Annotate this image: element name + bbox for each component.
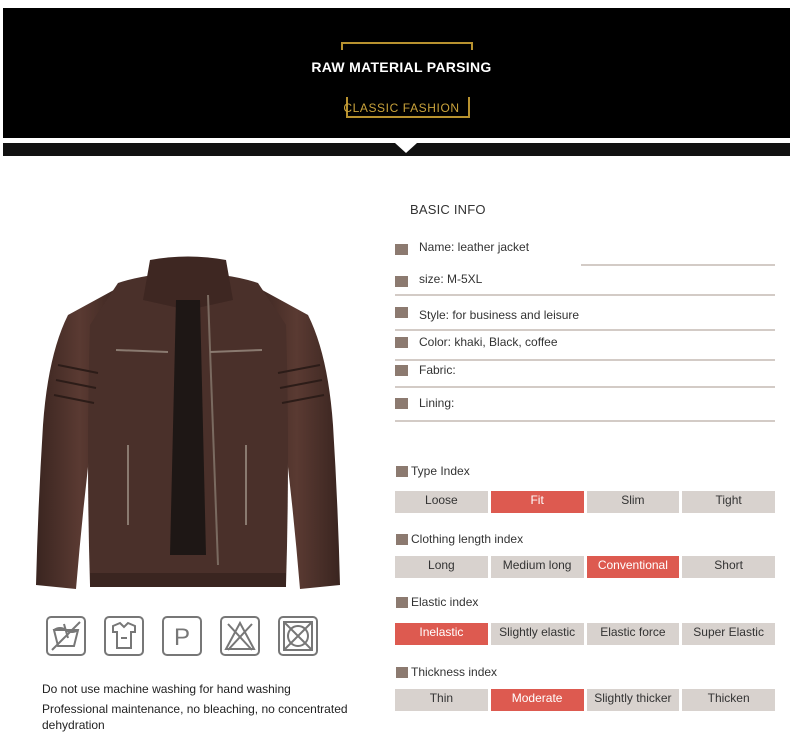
dry-clean-p-icon: P <box>162 616 202 656</box>
thickness-index-title: Thickness index <box>396 665 497 679</box>
bullet-icon <box>395 365 408 376</box>
care-icons: P <box>46 616 318 656</box>
bullet-icon <box>396 465 408 477</box>
bullet-icon <box>395 307 408 318</box>
info-row-name: Name: leather jacket <box>395 240 775 266</box>
banner-arrow-icon <box>395 143 417 153</box>
length-option-short: Short <box>682 556 775 578</box>
length-index-bar: Long Medium long Conventional Short <box>395 556 775 578</box>
bullet-icon <box>396 596 408 608</box>
length-option-conventional: Conventional <box>586 556 680 578</box>
thickness-option-moderate: Moderate <box>490 689 584 711</box>
care-instruction-2: Professional maintenance, no bleaching, … <box>42 702 348 732</box>
bullet-icon <box>396 666 408 678</box>
length-option-medium-long: Medium long <box>490 556 584 578</box>
bullet-icon <box>395 276 408 287</box>
thickness-option-thin: Thin <box>395 689 488 711</box>
banner-frame-top <box>341 42 473 50</box>
header-banner: RAW MATERIAL PARSING CLASSIC FASHION <box>3 8 790 138</box>
type-index-title: Type Index <box>396 464 470 478</box>
elastic-option-inelastic: Inelastic <box>395 623 488 645</box>
length-option-long: Long <box>395 556 488 578</box>
elastic-option-elastic-force: Elastic force <box>586 623 680 645</box>
info-row-style: Style: for business and leisure <box>395 305 775 331</box>
thickness-option-thicken: Thicken <box>682 689 775 711</box>
product-image <box>28 255 348 595</box>
elastic-option-slightly-elastic: Slightly elastic <box>490 623 584 645</box>
elastic-option-super-elastic: Super Elastic <box>682 623 775 645</box>
info-row-size: size: M-5XL <box>395 272 775 296</box>
type-option-tight: Tight <box>682 491 775 513</box>
bullet-icon <box>396 533 408 545</box>
no-bleach-icon <box>220 616 260 656</box>
svg-text:P: P <box>174 624 190 651</box>
type-option-loose: Loose <box>395 491 488 513</box>
type-option-slim: Slim <box>586 491 680 513</box>
bullet-icon <box>395 337 408 348</box>
thickness-index-bar: Thin Moderate Slightly thicker Thicken <box>395 689 775 711</box>
bullet-icon <box>395 244 408 255</box>
care-instruction-1: Do not use machine washing for hand wash… <box>42 682 291 696</box>
bullet-icon <box>395 398 408 409</box>
length-index-title: Clothing length index <box>396 532 523 546</box>
professional-clean-icon <box>104 616 144 656</box>
hand-wash-icon <box>46 616 86 656</box>
elastic-index-title: Elastic index <box>396 595 478 609</box>
info-row-fabric: Fabric: <box>395 363 775 388</box>
basic-info-title: BASIC INFO <box>410 202 486 217</box>
type-option-fit: Fit <box>490 491 584 513</box>
info-row-lining: Lining: <box>395 396 775 422</box>
info-row-color: Color: khaki, Black, coffee <box>395 335 775 361</box>
banner-subtitle: CLASSIC FASHION <box>343 101 460 115</box>
thickness-option-slightly-thicker: Slightly thicker <box>586 689 680 711</box>
type-index-bar: Loose Fit Slim Tight <box>395 491 775 513</box>
elastic-index-bar: Inelastic Slightly elastic Elastic force… <box>395 623 775 645</box>
banner-title: RAW MATERIAL PARSING <box>311 59 492 75</box>
no-tumble-dry-icon <box>278 616 318 656</box>
